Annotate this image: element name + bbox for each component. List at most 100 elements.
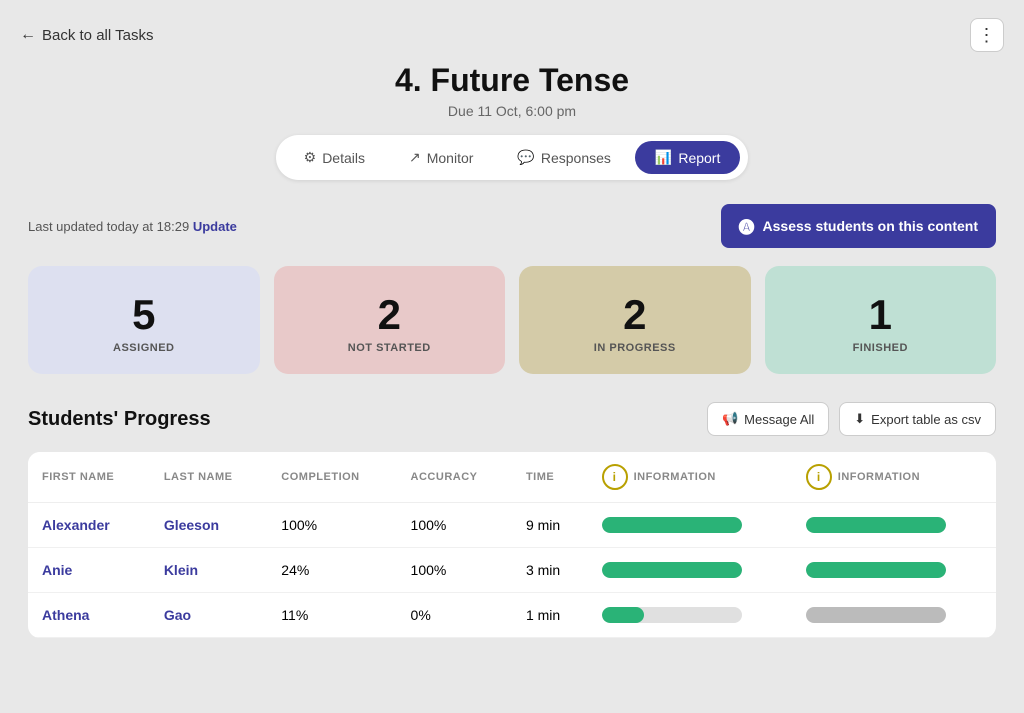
progress-bar-2-wrap (806, 607, 946, 623)
update-bar: Last updated today at 18:29 Update 🅐 Ass… (28, 204, 996, 248)
tab-responses-label: Responses (541, 150, 611, 166)
students-section-title: Students' Progress (28, 408, 211, 431)
students-section-header: Students' Progress 📢 Message All ⬇ Expor… (28, 402, 996, 436)
stat-not-started-label: NOT STARTED (348, 342, 431, 354)
th-completion: COMPLETION (267, 452, 396, 503)
th-info-2[interactable]: i INFORMATION (792, 452, 996, 503)
stat-finished-number: 1 (869, 294, 892, 336)
students-table: FIRST NAME LAST NAME COMPLETION ACCURACY… (28, 452, 996, 638)
student-time: 1 min (512, 593, 588, 638)
back-to-tasks-link[interactable]: ← Back to all Tasks (20, 26, 153, 44)
page-title: 4. Future Tense (0, 62, 1024, 99)
stat-finished-label: FINISHED (853, 342, 908, 354)
stats-row: 5 ASSIGNED 2 NOT STARTED 2 IN PROGRESS 1… (28, 266, 996, 374)
th-info-1[interactable]: i INFORMATION (588, 452, 792, 503)
back-label: Back to all Tasks (42, 27, 153, 44)
message-icon: 📢 (722, 411, 738, 427)
student-accuracy: 100% (397, 503, 512, 548)
assess-students-button[interactable]: 🅐 Assess students on this content (721, 204, 997, 248)
student-time: 3 min (512, 548, 588, 593)
progress-bar-1-fill (602, 562, 742, 578)
student-first-name[interactable]: Anie (42, 562, 72, 578)
responses-icon: 💬 (517, 149, 534, 166)
export-csv-button[interactable]: ⬇ Export table as csv (839, 402, 996, 436)
tab-monitor-label: Monitor (427, 150, 474, 166)
page-title-section: 4. Future Tense Due 11 Oct, 6:00 pm (0, 62, 1024, 119)
progress-bar-1-wrap (602, 607, 742, 623)
more-options-button[interactable]: ⋮ (970, 18, 1004, 52)
tab-report[interactable]: 📊 Report (635, 141, 740, 174)
progress-bar-1-wrap (602, 562, 742, 578)
stat-in-progress-label: IN PROGRESS (594, 342, 676, 354)
stat-assigned: 5 ASSIGNED (28, 266, 260, 374)
student-bar2-cell (792, 593, 996, 638)
th-first-name: FIRST NAME (28, 452, 150, 503)
table-header-row: FIRST NAME LAST NAME COMPLETION ACCURACY… (28, 452, 996, 503)
update-link[interactable]: Update (193, 219, 237, 234)
tab-responses[interactable]: 💬 Responses (497, 141, 630, 174)
table-row: Alexander Gleeson 100% 100% 9 min (28, 503, 996, 548)
details-icon: ⚙ (304, 149, 317, 166)
tab-bar: ⚙ Details ↗ Monitor 💬 Responses 📊 Report (276, 135, 749, 180)
stat-not-started: 2 NOT STARTED (274, 266, 506, 374)
progress-bar-2-wrap (806, 562, 946, 578)
student-completion: 11% (267, 593, 396, 638)
tab-monitor[interactable]: ↗ Monitor (389, 141, 493, 174)
student-completion: 24% (267, 548, 396, 593)
stat-finished: 1 FINISHED (765, 266, 997, 374)
assess-btn-label: Assess students on this content (763, 218, 978, 234)
table-row: Athena Gao 11% 0% 1 min (28, 593, 996, 638)
top-bar: ← Back to all Tasks ⋮ (0, 0, 1024, 62)
info-icon-2[interactable]: i (806, 464, 832, 490)
progress-bar-1-wrap (602, 517, 742, 533)
assess-icon: 🅐 (739, 214, 755, 238)
message-all-label: Message All (744, 412, 814, 427)
th-time: TIME (512, 452, 588, 503)
progress-bar-1-fill (602, 607, 644, 623)
report-icon: 📊 (655, 149, 672, 166)
th-info-2-label: INFORMATION (838, 471, 920, 483)
student-bar2-cell (792, 548, 996, 593)
stat-assigned-number: 5 (132, 294, 155, 336)
action-buttons: 📢 Message All ⬇ Export table as csv (707, 402, 996, 436)
student-bar1-cell (588, 593, 792, 638)
table-row: Anie Klein 24% 100% 3 min (28, 548, 996, 593)
student-last-name[interactable]: Klein (164, 562, 198, 578)
stat-in-progress-number: 2 (623, 294, 646, 336)
student-accuracy: 100% (397, 548, 512, 593)
th-accuracy: ACCURACY (397, 452, 512, 503)
tab-details-label: Details (322, 150, 365, 166)
main-content: Last updated today at 18:29 Update 🅐 Ass… (0, 204, 1024, 638)
student-bar2-cell (792, 503, 996, 548)
th-info-1-label: INFORMATION (634, 471, 716, 483)
export-csv-label: Export table as csv (871, 412, 981, 427)
monitor-icon: ↗ (409, 149, 421, 166)
tab-report-label: Report (678, 150, 720, 166)
message-all-button[interactable]: 📢 Message All (707, 402, 829, 436)
progress-bar-2-fill (806, 607, 946, 623)
student-completion: 100% (267, 503, 396, 548)
student-bar1-cell (588, 548, 792, 593)
student-last-name[interactable]: Gao (164, 607, 191, 623)
stat-assigned-label: ASSIGNED (113, 342, 174, 354)
student-accuracy: 0% (397, 593, 512, 638)
progress-bar-2-wrap (806, 517, 946, 533)
student-first-name[interactable]: Alexander (42, 517, 110, 533)
update-text: Last updated today at 18:29 Update (28, 219, 237, 234)
tab-details[interactable]: ⚙ Details (284, 141, 385, 174)
progress-bar-2-fill (806, 562, 946, 578)
progress-bar-1-fill (602, 517, 742, 533)
back-arrow-icon: ← (20, 26, 36, 44)
th-last-name: LAST NAME (150, 452, 267, 503)
stat-in-progress: 2 IN PROGRESS (519, 266, 751, 374)
student-bar1-cell (588, 503, 792, 548)
page-due-date: Due 11 Oct, 6:00 pm (0, 103, 1024, 119)
student-last-name[interactable]: Gleeson (164, 517, 219, 533)
info-icon-1[interactable]: i (602, 464, 628, 490)
student-first-name[interactable]: Athena (42, 607, 89, 623)
tab-bar-wrapper: ⚙ Details ↗ Monitor 💬 Responses 📊 Report (0, 135, 1024, 180)
export-icon: ⬇ (854, 411, 865, 427)
student-time: 9 min (512, 503, 588, 548)
stat-not-started-number: 2 (378, 294, 401, 336)
progress-bar-2-fill (806, 517, 946, 533)
